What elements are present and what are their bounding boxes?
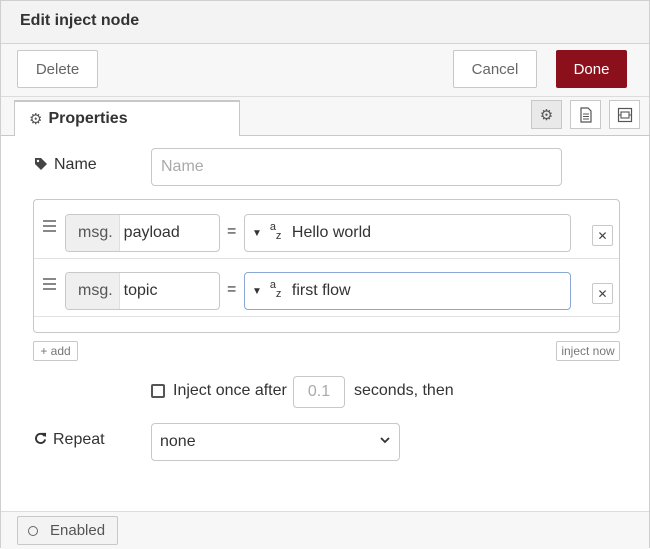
properties-panel: Name Name msg. payload = ▼ az Hello worl…: [1, 136, 649, 510]
az-string-icon: az: [269, 279, 282, 300]
close-icon: ✕: [597, 286, 608, 301]
dialog-toolbar: Delete Cancel Done: [1, 44, 649, 97]
property-key: topic: [123, 282, 158, 299]
description-tab-icon[interactable]: [570, 100, 601, 129]
name-input[interactable]: Name: [151, 148, 562, 186]
equals-sign: =: [227, 223, 237, 240]
add-property-button[interactable]: + add: [33, 341, 78, 361]
property-key-input[interactable]: msg. payload: [65, 214, 220, 252]
msg-prefix: msg.: [66, 273, 120, 309]
repeat-select[interactable]: none: [151, 423, 400, 461]
inject-once-label: Inject once after: [173, 382, 287, 399]
property-list: msg. payload = ▼ az Hello world ✕ msg. t…: [33, 199, 620, 333]
circle-icon: [28, 525, 38, 536]
remove-property-button[interactable]: ✕: [592, 283, 613, 304]
property-row-topic: msg. topic = ▼ az first flow ✕: [34, 258, 619, 317]
delete-button[interactable]: Delete: [17, 50, 98, 88]
enabled-label: Enabled: [50, 522, 106, 539]
property-row-payload: msg. payload = ▼ az Hello world ✕: [34, 200, 619, 259]
drag-handle-icon[interactable]: [43, 278, 56, 293]
tab-properties-label: Properties: [48, 110, 128, 127]
close-icon: ✕: [597, 228, 608, 243]
property-key: payload: [123, 224, 180, 241]
name-placeholder: Name: [161, 158, 204, 175]
property-key-input[interactable]: msg. topic: [65, 272, 220, 310]
inject-once-delay-input[interactable]: 0.1: [293, 376, 345, 408]
name-label-wrap: Name: [34, 156, 97, 174]
dialog-footer: Enabled: [1, 511, 649, 549]
tag-icon: [34, 157, 48, 174]
seconds-then-label: seconds, then: [354, 382, 454, 399]
tab-properties[interactable]: ⚙ Properties: [14, 100, 240, 136]
property-value: Hello world: [291, 224, 372, 241]
cancel-button[interactable]: Cancel: [453, 50, 537, 88]
repeat-label-wrap: Repeat: [34, 431, 105, 449]
document-icon: [579, 106, 592, 123]
remove-property-button[interactable]: ✕: [592, 225, 613, 246]
caret-down-icon[interactable]: ▼: [252, 228, 262, 239]
gear-icon: ⚙: [539, 106, 554, 124]
drag-handle-icon[interactable]: [43, 220, 56, 235]
repeat-selected-value: none: [160, 433, 196, 450]
equals-sign: =: [227, 281, 237, 298]
inject-now-button[interactable]: inject now: [556, 341, 620, 361]
enabled-toggle-button[interactable]: Enabled: [17, 516, 118, 545]
dialog-title: Edit inject node: [20, 12, 140, 29]
name-label: Name: [54, 156, 97, 173]
property-value-input[interactable]: ▼ az first flow: [244, 272, 571, 310]
refresh-icon: [34, 432, 47, 448]
az-string-icon: az: [269, 221, 282, 242]
repeat-label: Repeat: [53, 431, 105, 448]
property-value-input[interactable]: ▼ az Hello world: [244, 214, 571, 252]
edit-inject-node-dialog: Edit inject node Delete Cancel Done ⚙ Pr…: [0, 0, 650, 549]
dialog-titlebar: Edit inject node: [1, 1, 649, 44]
appearance-tab-icon[interactable]: [609, 100, 640, 129]
node-appearance-icon: [617, 107, 632, 122]
msg-prefix: msg.: [66, 215, 120, 251]
settings-tab-icon[interactable]: ⚙: [531, 100, 562, 129]
property-value: first flow: [291, 282, 351, 299]
caret-down-icon[interactable]: ▼: [252, 286, 262, 297]
gear-icon: ⚙: [29, 111, 43, 128]
chevron-down-icon: [379, 433, 391, 449]
done-button[interactable]: Done: [556, 50, 627, 88]
inject-once-checkbox[interactable]: [151, 384, 165, 398]
tab-bar: ⚙ Properties ⚙: [1, 97, 649, 136]
